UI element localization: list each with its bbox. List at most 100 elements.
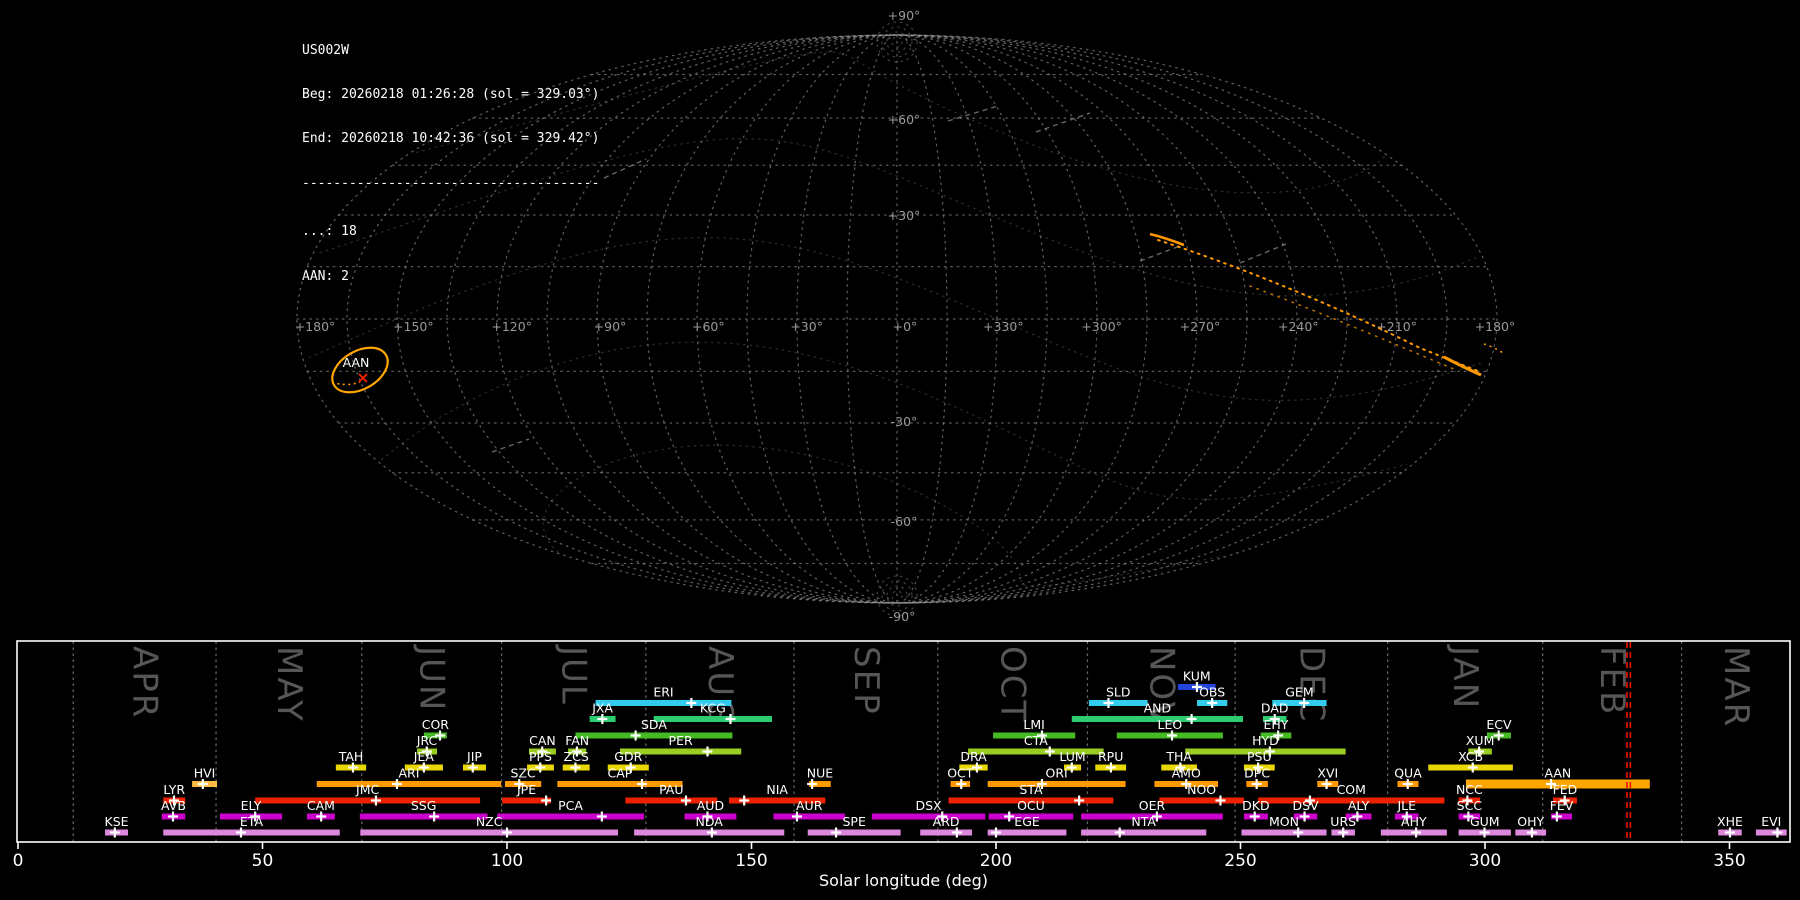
shower-entry: TAH [335,749,367,773]
lat-label: -30° [891,414,918,429]
shower-code-label: AMO [1172,766,1201,781]
shower-entry: XHE [1717,814,1743,838]
shower-entry: ZCS [562,749,590,773]
shower-code-label: OCU [1017,798,1045,813]
shower-code-label: THA [1165,749,1192,764]
peak-marker [1551,811,1562,822]
peak-marker [429,811,440,822]
shower-code-label: ORI [1046,766,1068,781]
shower-code-label: XUM [1466,733,1495,748]
shower-code-label: ERI [653,685,673,700]
peak-marker [596,811,607,822]
peak-marker [739,795,750,806]
peak-marker [831,827,842,838]
shower-code-label: ARI [398,766,419,781]
x-axis-title: Solar longitude (deg) [819,871,988,890]
peak-marker [502,827,512,838]
peak-marker [197,779,208,789]
shower-code-label: XVI [1317,766,1338,781]
shower-code-label: ARD [933,814,960,829]
shower-code-label: CAM [307,798,335,813]
shower-code-label: HVI [194,766,216,781]
shower-code-label: XCB [1458,749,1483,764]
shower-bar [255,797,481,804]
shower-bar [575,732,733,739]
longitude-labels: +180° +150° +120° +90° +60° +30° +0° +330° +300°… [295,8,1516,624]
shower-code-label: KUM [1183,669,1211,684]
sporadic-meteor-streaks [491,105,1287,453]
peak-marker [347,762,358,773]
peak-marker [630,730,641,741]
radiant-plot-screen: US002W Beg: 20260218 01:26:28 (sol = 329… [0,0,1800,900]
peak-marker [1215,795,1226,806]
shower-code-label: SSG [411,798,437,813]
shower-code-label: COR [422,717,450,732]
shower-code-label: SDA [641,717,667,732]
lon-label: +150° [393,319,434,334]
shower-entry: EVI [1755,814,1787,838]
peak-marker [467,762,478,773]
peak-marker [168,811,179,822]
month-label: APR [125,646,165,719]
peak-marker [680,795,691,806]
shower-entry: HVI [192,766,218,789]
peak-marker [702,746,713,757]
shower-entry: DPC [1244,766,1270,789]
shower-entry: XVI [1317,766,1339,789]
shower-code-label: GDR [614,749,642,764]
meteor-streak [1139,245,1181,262]
peak-marker [570,762,581,773]
shower-code-label: OHY [1517,814,1544,829]
lon-label: +180° [295,319,336,334]
x-tick-label: 50 [252,851,274,871]
meteor-streak [1239,243,1287,264]
shower-code-label: ZCS [564,749,589,764]
shower-code-label: KCG [700,701,726,716]
shower-code-label: ETA [240,814,264,829]
shower-code-label: TAH [338,749,364,764]
shower-code-label: AUD [697,798,724,813]
shower-code-label: FAN [565,733,589,748]
peak-marker [1066,762,1077,773]
shower-code-label: FEV [1550,798,1574,813]
meteor-streak [603,158,647,179]
x-tick-label: 150 [735,851,767,871]
peak-marker [1321,779,1332,789]
shower-code-label: RPU [1098,749,1123,764]
trail-dotted [1157,239,1479,372]
shower-code-label: NDA [696,814,724,829]
shower-entry: XCB [1428,749,1513,773]
peak-marker [1103,698,1114,708]
shower-code-label: PCA [558,798,583,813]
peak-marker [316,811,327,822]
lat-label: +90° [888,8,921,23]
shower-code-label: NTA [1131,814,1156,829]
lon-label: +270° [1180,319,1221,334]
shower-code-label: DPC [1244,766,1270,781]
shower-bar [653,716,773,722]
shower-code-label: XHE [1717,814,1743,829]
peak-marker [1402,779,1413,789]
shower-code-label: OBS [1199,685,1225,700]
shower-bar [359,813,488,820]
shower-code-label: LUM [1059,749,1085,764]
shower-entry: OHY [1515,814,1547,838]
peak-marker [1293,827,1304,838]
shower-code-label: EGE [1014,814,1040,829]
shower-entry: OCT [947,766,974,789]
peak-marker [1114,827,1125,838]
month-label: JAN [1445,644,1485,710]
shower-entry: AVB [161,798,186,822]
peak-marker [1105,762,1116,773]
aan-map-label: AAN [343,355,370,370]
shower-bar [163,829,340,836]
radiant-drift-trail [1149,232,1504,377]
shower-code-label: AVB [161,798,186,813]
peak-marker [1044,746,1055,757]
activity-timeline-chart: APR MAY JUN JUL AUG SEP OCT NOV DEC JAN FEB MARKUME… [13,640,1791,890]
month-label: FEB [1592,646,1632,716]
shower-code-label: DAD [1261,701,1289,716]
shower-code-label: JMC [355,782,379,797]
shower-code-label: MON [1269,814,1299,829]
shower-code-label: SZC [511,766,536,781]
